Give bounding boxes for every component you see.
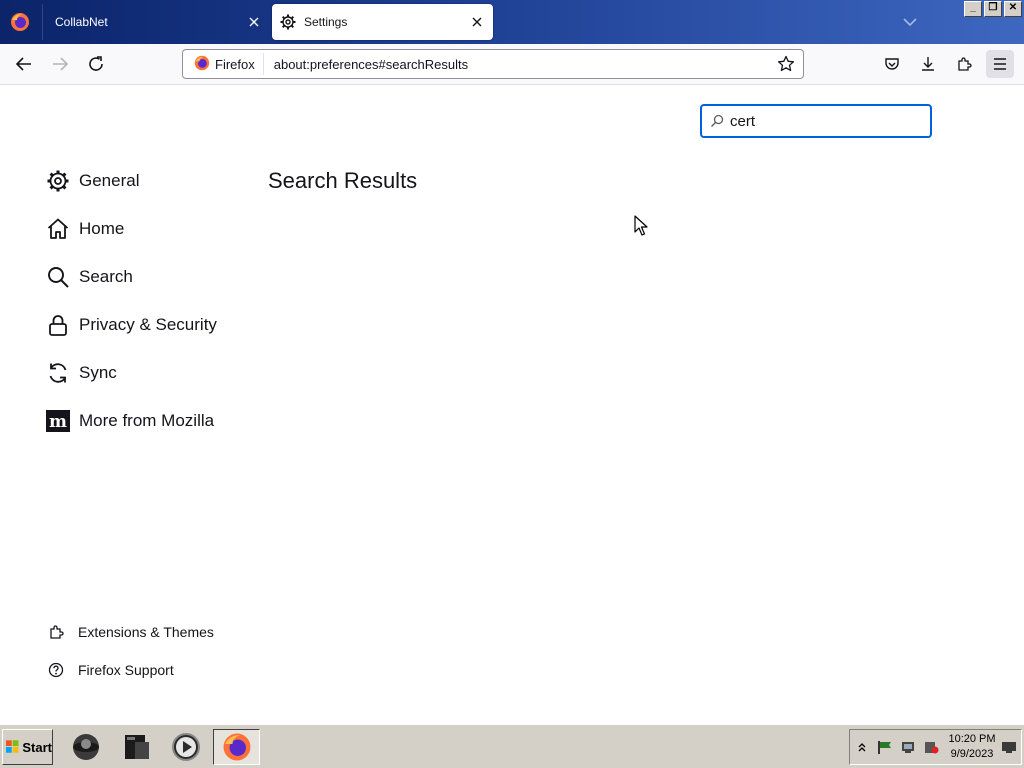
sidebar-item-label: Privacy & Security [79, 315, 217, 334]
forward-icon[interactable] [46, 50, 74, 78]
extensions-themes-link[interactable]: Extensions & Themes [46, 621, 214, 643]
sidebar-item-label: Sync [79, 363, 117, 382]
terminal-icon [125, 735, 149, 759]
tab-bar: CollabNet Settings _ ❐ ✕ [0, 0, 1024, 44]
firefox-support-link[interactable]: Firefox Support [46, 659, 174, 681]
taskbar: Start 10:20 PM 9/9/2023 [0, 724, 1024, 768]
page-title: Search Results [268, 168, 418, 193]
system-tray: 10:20 PM 9/9/2023 [849, 729, 1022, 765]
home-icon [46, 217, 70, 241]
security-alert-icon[interactable] [922, 738, 940, 756]
navigation-toolbar: Firefox about:preferences#searchResults [0, 44, 1024, 85]
url-text[interactable]: about:preferences#searchResults [274, 57, 773, 72]
show-desktop-icon[interactable] [1000, 738, 1018, 756]
clock-time: 10:20 PM [948, 733, 996, 745]
steam-icon [73, 734, 99, 760]
taskbar-app-terminal[interactable] [114, 729, 158, 765]
search-input[interactable] [730, 112, 910, 130]
url-bar[interactable]: Firefox about:preferences#searchResults [182, 49, 804, 79]
sidebar-item-label: Home [79, 219, 125, 238]
media-player-icon [172, 733, 200, 761]
chevron-down-icon[interactable] [900, 12, 920, 32]
sidebar-item-label: General [79, 171, 140, 190]
sidebar-item-search[interactable]: Search [46, 262, 133, 292]
gear-icon [280, 14, 296, 30]
firefox-icon [223, 733, 250, 761]
tab-collabnet[interactable]: CollabNet [42, 4, 270, 40]
gear-icon [46, 169, 70, 193]
extensions-icon[interactable] [950, 50, 978, 78]
tab-label: Settings [304, 15, 348, 29]
sidebar-item-label: Search [79, 267, 133, 286]
sidebar-item-label: More from Mozilla [79, 411, 215, 430]
tab-settings[interactable]: Settings [272, 4, 493, 40]
close-tab-icon[interactable] [242, 10, 266, 34]
pocket-icon[interactable] [878, 50, 906, 78]
close-window-button[interactable]: ✕ [1004, 1, 1022, 17]
bookmark-star-icon[interactable] [773, 51, 799, 77]
lock-icon [46, 313, 70, 337]
sidebar-item-more-from-mozilla[interactable]: m More from Mozilla [46, 406, 214, 436]
start-label: Start [22, 739, 52, 755]
restore-button[interactable]: ❐ [984, 1, 1002, 17]
minimize-button[interactable]: _ [964, 1, 982, 17]
clock[interactable]: 10:20 PM 9/9/2023 [944, 732, 1000, 762]
search-icon [710, 114, 724, 128]
preferences-search[interactable] [700, 104, 932, 138]
sidebar-item-general[interactable]: General [46, 166, 139, 196]
taskbar-app-steam[interactable] [64, 729, 108, 765]
download-icon[interactable] [914, 50, 942, 78]
sidebar-item-sync[interactable]: Sync [46, 358, 117, 388]
firefox-icon[interactable] [10, 12, 30, 32]
chevron-up-icon[interactable] [853, 738, 871, 756]
identity-label: Firefox [215, 56, 255, 72]
tab-label: CollabNet [55, 15, 108, 29]
windows-logo-icon [6, 740, 19, 753]
svg-text:m: m [49, 412, 67, 432]
network-icon[interactable] [899, 738, 917, 756]
close-tab-icon[interactable] [465, 10, 489, 34]
puzzle-icon [47, 623, 65, 641]
window-controls: _ ❐ ✕ [964, 1, 1022, 17]
mouse-cursor-icon [634, 215, 648, 237]
taskbar-app-media-player[interactable] [164, 729, 208, 765]
sync-icon [46, 361, 70, 385]
mozilla-icon: m [46, 409, 70, 433]
reload-icon[interactable] [82, 50, 110, 78]
footer-link-label: Extensions & Themes [78, 624, 214, 640]
identity-box[interactable]: Firefox [186, 53, 264, 75]
clock-date: 9/9/2023 [950, 748, 994, 760]
start-button[interactable]: Start [2, 729, 53, 765]
footer-link-label: Firefox Support [78, 662, 174, 678]
sidebar-item-privacy-security[interactable]: Privacy & Security [46, 310, 217, 340]
hamburger-menu-icon[interactable] [986, 50, 1014, 78]
search-icon [46, 265, 70, 289]
help-icon [47, 661, 65, 679]
firefox-icon [194, 55, 210, 74]
flag-icon[interactable] [876, 738, 894, 756]
back-icon[interactable] [10, 50, 38, 78]
taskbar-app-firefox[interactable] [213, 729, 260, 765]
sidebar-item-home[interactable]: Home [46, 214, 124, 244]
